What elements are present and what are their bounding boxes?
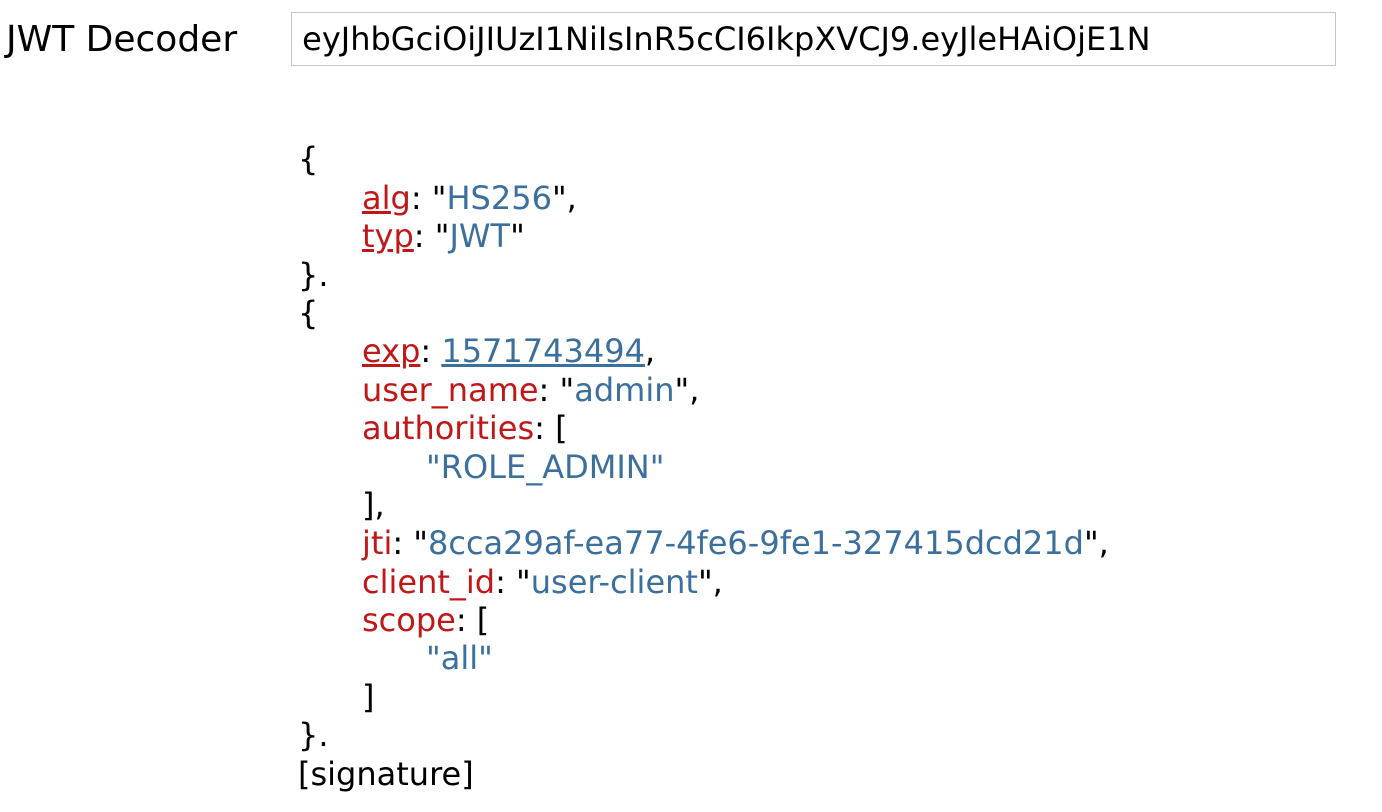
key-alg[interactable]: alg xyxy=(362,179,411,217)
punc: ", xyxy=(552,179,577,217)
punc: : " xyxy=(411,179,447,217)
punc: ", xyxy=(698,563,723,601)
punc: ", xyxy=(674,371,699,409)
val-scope-0: "all" xyxy=(426,639,493,677)
val-alg: HS256 xyxy=(446,179,551,217)
val-authorities-0: "ROLE_ADMIN" xyxy=(426,448,664,486)
page-title: JWT Decoder xyxy=(6,19,237,60)
punc: , xyxy=(645,332,655,370)
punc: " xyxy=(510,217,525,255)
punc: : xyxy=(456,601,477,639)
punc: : " xyxy=(414,217,450,255)
key-jti: jti xyxy=(362,524,392,562)
brace-open: { xyxy=(298,140,318,178)
val-user-name: admin xyxy=(574,371,674,409)
punc: : xyxy=(420,332,441,370)
punc: : " xyxy=(392,524,428,562)
key-typ[interactable]: typ xyxy=(362,217,414,255)
bracket-close: ] xyxy=(362,678,374,716)
punc: : xyxy=(534,409,555,447)
val-client-id: user-client xyxy=(531,563,698,601)
bracket-open: [ xyxy=(555,409,567,447)
key-exp[interactable]: exp xyxy=(362,332,420,370)
decoded-output: { alg: "HS256", typ: "JWT" }. { exp: 157… xyxy=(298,102,1382,793)
brace-open: { xyxy=(298,294,318,332)
brace-close-dot: }. xyxy=(298,716,329,754)
val-typ: JWT xyxy=(449,217,510,255)
punc: : " xyxy=(539,371,575,409)
bracket-open: [ xyxy=(477,601,489,639)
jwt-input[interactable] xyxy=(291,12,1336,66)
key-scope: scope xyxy=(362,601,456,639)
val-exp[interactable]: 1571743494 xyxy=(441,332,645,370)
bracket-close-comma: ], xyxy=(362,486,385,524)
key-authorities: authorities xyxy=(362,409,534,447)
brace-close-dot: }. xyxy=(298,256,329,294)
header-bar: JWT Decoder xyxy=(0,0,1382,66)
punc: : " xyxy=(495,563,531,601)
val-jti: 8cca29af-ea77-4fe6-9fe1-327415dcd21d xyxy=(428,524,1084,562)
key-user-name: user_name xyxy=(362,371,539,409)
signature-placeholder: [signature] xyxy=(298,755,474,793)
punc: ", xyxy=(1084,524,1109,562)
key-client-id: client_id xyxy=(362,563,495,601)
